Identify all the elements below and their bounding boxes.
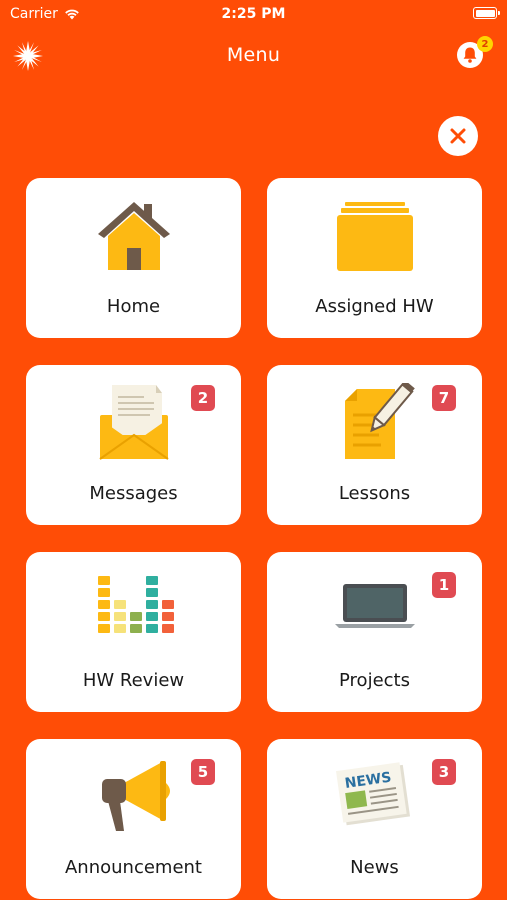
menu-tile-assigned-hw[interactable]: Assigned HW (267, 178, 482, 338)
menu-tile-projects[interactable]: 1 Projects (267, 552, 482, 712)
house-icon (97, 202, 170, 270)
menu-tile-label: Assigned HW (315, 296, 434, 317)
folder-icon (336, 202, 413, 271)
menu-tile-announcement[interactable]: 5 Announcement (26, 739, 241, 899)
menu-tile-label: Announcement (64, 857, 202, 878)
menu-tile-label: HW Review (82, 670, 185, 691)
close-menu-button[interactable] (438, 116, 478, 156)
page-title: Menu (226, 44, 281, 66)
announcement-count-badge: 5 (191, 759, 215, 785)
menu-tile-label: Lessons (338, 483, 411, 504)
megaphone-icon (101, 761, 170, 831)
menu-tile-hw-review[interactable]: HW Review (26, 552, 241, 712)
unread-count-badge: 2 (191, 385, 215, 411)
laptop-icon (334, 584, 415, 628)
status-bar: Carrier 2:25 PM (0, 0, 507, 30)
menu-tile-home[interactable]: Home (26, 178, 241, 338)
battery-icon (473, 7, 500, 19)
news-count-badge: 3 (432, 759, 456, 785)
notification-count-badge: 2 (477, 36, 493, 52)
menu-tile-label: Home (106, 296, 161, 317)
newspaper-icon: NEWS (335, 762, 410, 826)
document-pencil-icon (344, 383, 415, 459)
nav-bar: Menu 2 (0, 36, 507, 76)
projects-count-badge: 1 (432, 572, 456, 598)
clock: 2:25 PM (221, 6, 286, 22)
menu-tile-news[interactable]: NEWS 3 News (267, 739, 482, 899)
menu-tile-label: Messages (89, 483, 178, 504)
lessons-count-badge: 7 (432, 385, 456, 411)
menu-tile-messages[interactable]: 2 Messages (26, 365, 241, 525)
menu-tile-label: Projects (339, 670, 410, 691)
close-icon (450, 128, 466, 144)
envelope-icon (98, 385, 169, 460)
equalizer-chart-icon (97, 576, 174, 633)
menu-tile-label: News (350, 857, 399, 878)
menu-tile-lessons[interactable]: 7 Lessons (267, 365, 482, 525)
